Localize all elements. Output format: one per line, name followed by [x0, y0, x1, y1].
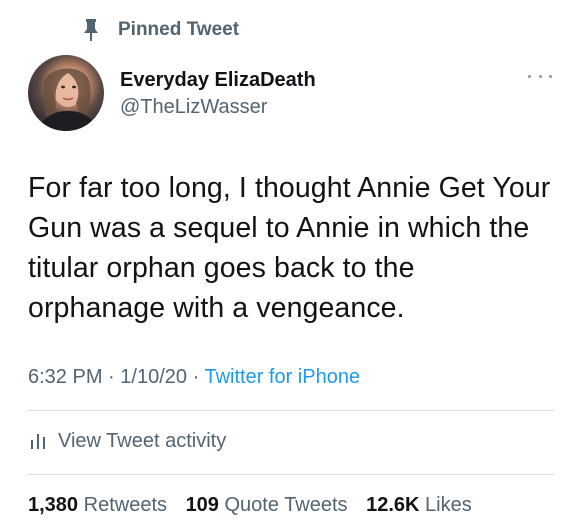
quote-tweets-stat[interactable]: 109 Quote Tweets [186, 494, 354, 516]
quote-tweets-count: 109 [185, 494, 219, 516]
display-name[interactable]: Everyday ElizaDeath [120, 68, 316, 92]
pinned-tweet-label: Pinned Tweet [80, 16, 239, 44]
meta-separator: · [108, 366, 115, 388]
likes-count: 12.6K [366, 494, 420, 516]
activity-label: View Tweet activity [58, 429, 227, 452]
author-info: Everyday ElizaDeath @TheLizWasser [120, 68, 316, 120]
user-handle[interactable]: @TheLizWasser [120, 94, 316, 120]
tweet-source-link[interactable]: Twitter for iPhone [204, 366, 360, 388]
quote-tweets-label: Quote Tweets [224, 494, 348, 516]
retweets-count: 1,380 [28, 494, 79, 516]
more-icon[interactable] [528, 68, 552, 84]
tweet-text: For far too long, I thought Annie Get Yo… [28, 172, 551, 324]
divider [28, 410, 554, 411]
engagement-stats: 1,380 Retweets 109 Quote Tweets 12.6K Li… [28, 492, 485, 518]
tweet-time[interactable]: 6:32 PM [28, 366, 102, 388]
retweets-label: Retweets [83, 494, 167, 516]
view-tweet-activity-button[interactable]: View Tweet activity [28, 428, 226, 454]
likes-stat[interactable]: 12.6K Likes [366, 494, 472, 516]
bar-chart-icon [28, 431, 48, 451]
meta-separator: · [192, 366, 200, 388]
likes-label: Likes [425, 494, 472, 516]
tweet-metadata: 6:32 PM · 1/10/20 · Twitter for iPhone [28, 364, 360, 390]
tweet-date[interactable]: 1/10/20 [120, 366, 187, 388]
avatar[interactable] [28, 55, 104, 131]
retweets-stat[interactable]: 1,380 Retweets [28, 494, 173, 516]
divider [28, 474, 554, 475]
pin-icon [80, 18, 102, 42]
pinned-text: Pinned Tweet [118, 19, 240, 40]
